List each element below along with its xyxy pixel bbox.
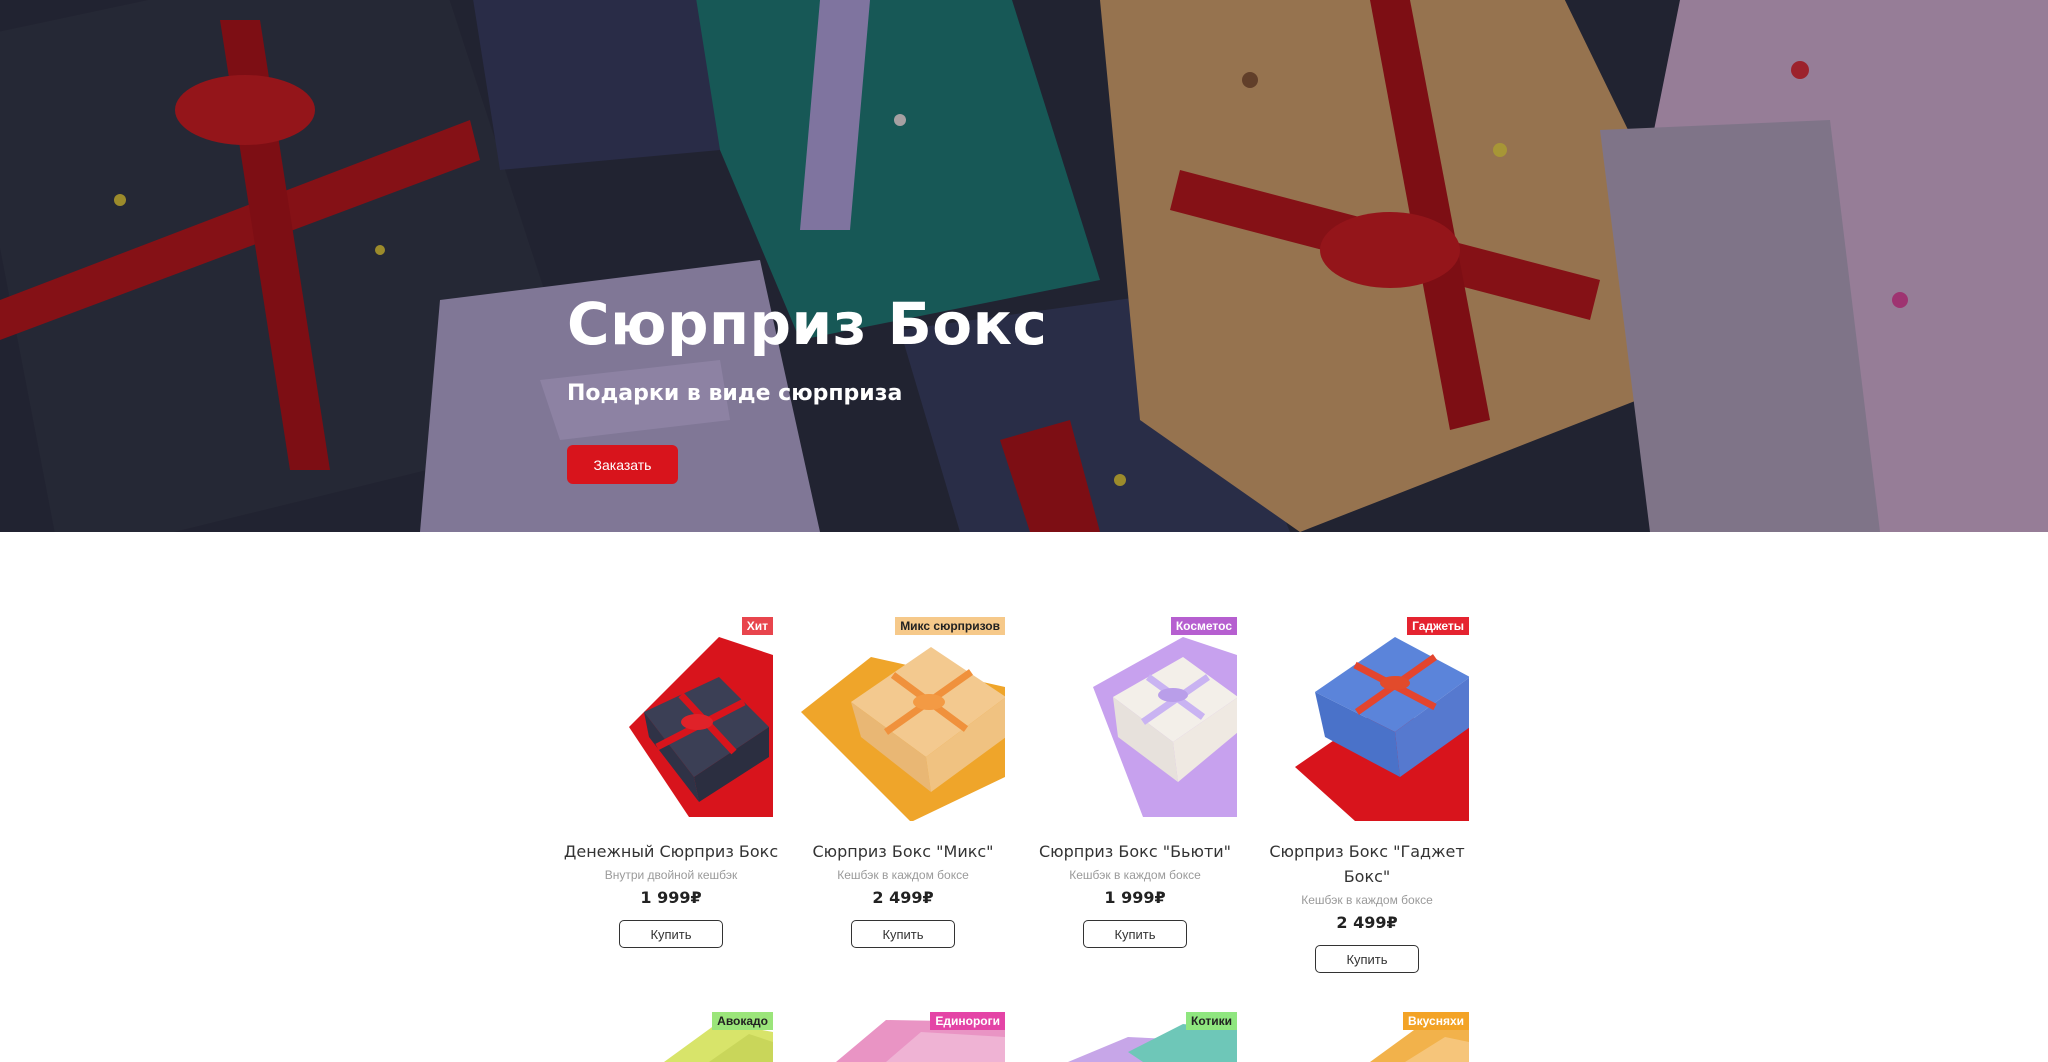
- product-description: Кешбэк в каждом боксе: [837, 868, 969, 882]
- product-price: 1 999₽: [640, 888, 702, 907]
- product-image[interactable]: Косметос: [1033, 617, 1237, 821]
- product-image[interactable]: Единороги: [801, 1012, 1005, 1062]
- product-price: 2 499₽: [872, 888, 934, 907]
- product-description: Внутри двойной кешбэк: [604, 868, 738, 882]
- product-name[interactable]: Сюрприз Бокс "Микс": [795, 839, 1011, 864]
- product-image[interactable]: Гаджеты: [1265, 617, 1469, 821]
- product-card[interactable]: Гаджеты Сюрприз Бокс "Гаджет Бокс" Кешбэ…: [1259, 617, 1475, 973]
- product-card[interactable]: Хит Денежный Сюрприз Бокс Внутри двойной…: [563, 617, 779, 948]
- product-card[interactable]: Единороги: [795, 1012, 1011, 1062]
- product-image[interactable]: Вкусняхи: [1265, 1012, 1469, 1062]
- product-price: 1 999₽: [1104, 888, 1166, 907]
- product-badge: Авокадо: [712, 1012, 773, 1030]
- product-card[interactable]: Косметос Сюрприз Бокс "Бьюти" Кешбэк в к…: [1027, 617, 1243, 948]
- product-image[interactable]: Микс сюрпризов: [801, 617, 1005, 821]
- product-name[interactable]: Сюрприз Бокс "Бьюти": [1027, 839, 1243, 864]
- product-badge: Косметос: [1170, 617, 1237, 635]
- hero-banner: Сюрприз Бокс Подарки в виде сюрприза Зак…: [0, 0, 2048, 532]
- product-card[interactable]: Котики: [1027, 1012, 1243, 1062]
- product-badge: Единороги: [930, 1012, 1005, 1030]
- buy-button[interactable]: Купить: [1315, 945, 1419, 973]
- hero-subtitle: Подарки в виде сюрприза: [567, 381, 903, 406]
- gift-box-image: [1295, 637, 1469, 821]
- hero-overlay: [0, 0, 2048, 532]
- hero-title: Сюрприз Бокс: [567, 290, 1048, 358]
- product-description: Кешбэк в каждом боксе: [1069, 868, 1201, 882]
- product-badge: Вкусняхи: [1402, 1012, 1469, 1030]
- product-price: 2 499₽: [1336, 913, 1398, 932]
- gift-box-image: [629, 637, 773, 817]
- product-card[interactable]: Вкусняхи: [1259, 1012, 1475, 1062]
- product-badge: Гаджеты: [1407, 617, 1469, 635]
- product-badge: Котики: [1186, 1012, 1237, 1030]
- gift-box-image: [1093, 637, 1237, 817]
- product-name[interactable]: Сюрприз Бокс "Гаджет Бокс": [1259, 839, 1475, 889]
- product-card[interactable]: Микс сюрпризов Сюрприз Бокс "Микс" Кешбэ…: [795, 617, 1011, 948]
- product-image[interactable]: Хит: [569, 617, 773, 821]
- product-card[interactable]: Авокадо: [563, 1012, 779, 1062]
- buy-button[interactable]: Купить: [851, 920, 955, 948]
- product-badge: Хит: [741, 617, 773, 635]
- product-image[interactable]: Авокадо: [569, 1012, 773, 1062]
- gift-box-image: [801, 647, 1005, 821]
- order-button[interactable]: Заказать: [567, 445, 678, 484]
- product-description: Кешбэк в каждом боксе: [1301, 893, 1433, 907]
- product-name[interactable]: Денежный Сюрприз Бокс: [563, 839, 779, 864]
- product-image[interactable]: Котики: [1033, 1012, 1237, 1062]
- buy-button[interactable]: Купить: [1083, 920, 1187, 948]
- buy-button[interactable]: Купить: [619, 920, 723, 948]
- product-badge: Микс сюрпризов: [895, 617, 1005, 635]
